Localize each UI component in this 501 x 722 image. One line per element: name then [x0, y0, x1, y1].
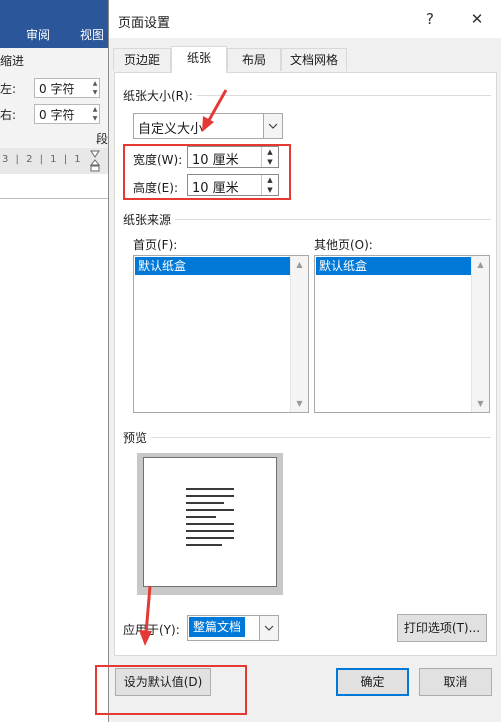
- scroll-up-icon[interactable]: ▲: [291, 256, 308, 273]
- width-up-icon[interactable]: ▲: [262, 147, 278, 157]
- other-pages-option[interactable]: 默认纸盒: [316, 257, 471, 275]
- word-ribbon-tabs: 审阅 视图: [0, 10, 108, 48]
- indent-heading: 缩进: [0, 54, 25, 68]
- paragraph-group-label: 段: [96, 132, 109, 146]
- paper-source-divider: [123, 219, 491, 220]
- scroll-down-icon[interactable]: ▼: [291, 395, 308, 412]
- other-pages-listbox[interactable]: 默认纸盒 ▲ ▼: [314, 255, 490, 413]
- cancel-button[interactable]: 取消: [419, 668, 492, 696]
- indent-right-label: 右:: [0, 108, 17, 122]
- height-spinner[interactable]: 10 厘米 ▲ ▼: [187, 174, 279, 196]
- page-setup-dialog: 页面设置 ? ✕ 页边距 纸张 布局 文档网格 纸张大小(R): 自定义大小 宽…: [95, 0, 501, 722]
- first-page-listbox[interactable]: 默认纸盒 ▲ ▼: [133, 255, 309, 413]
- document-area[interactable]: [0, 174, 108, 722]
- set-default-button[interactable]: 设为默认值(D): [115, 668, 211, 696]
- tab-document-grid[interactable]: 文档网格: [281, 48, 347, 71]
- first-page-option[interactable]: 默认纸盒: [135, 257, 290, 275]
- print-options-button[interactable]: 打印选项(T)...: [397, 614, 487, 642]
- first-page-scrollbar[interactable]: ▲ ▼: [290, 256, 308, 412]
- dialog-title: 页面设置: [118, 16, 171, 31]
- tab-margins[interactable]: 页边距: [113, 48, 171, 71]
- paper-size-select[interactable]: 自定义大小: [133, 113, 283, 139]
- indent-left-label: 左:: [0, 82, 17, 96]
- scroll-up-icon[interactable]: ▲: [472, 256, 489, 273]
- width-down-icon[interactable]: ▼: [262, 157, 278, 167]
- other-pages-label: 其他页(O):: [314, 238, 373, 252]
- width-spinner[interactable]: 10 厘米 ▲ ▼: [187, 146, 279, 168]
- indent-right-input[interactable]: 0 字符 ▲ ▼: [34, 104, 100, 124]
- first-page-label: 首页(F):: [133, 238, 178, 252]
- height-label: 高度(E):: [133, 181, 178, 195]
- height-down-icon[interactable]: ▼: [262, 185, 278, 195]
- apply-to-label: 应用于(Y):: [123, 623, 180, 637]
- scroll-down-icon[interactable]: ▼: [472, 395, 489, 412]
- paper-tab-panel: 纸张大小(R): 自定义大小 宽度(W): 10 厘米 ▲ ▼ 高度(E): 10…: [114, 72, 497, 656]
- dialog-titlebar[interactable]: 页面设置 ? ✕: [109, 0, 501, 38]
- paper-source-label: 纸张来源: [123, 211, 176, 228]
- paper-size-label: 纸张大小(R):: [123, 87, 197, 104]
- tab-paper[interactable]: 纸张: [171, 46, 227, 73]
- ribbon-tab-review[interactable]: 审阅: [26, 26, 50, 43]
- ruler: 3 | 2 | 1 | 1: [0, 148, 108, 174]
- indent-left-spin[interactable]: ▲ ▼: [91, 79, 99, 97]
- width-label: 宽度(W):: [133, 153, 183, 167]
- preview-divider: [123, 437, 491, 438]
- ruler-marks: 3 | 2 | 1 | 1: [2, 154, 83, 165]
- height-up-icon[interactable]: ▲: [262, 175, 278, 185]
- indent-right-spin[interactable]: ▲ ▼: [91, 105, 99, 123]
- word-ribbon: 缩进 左: 0 字符 ▲ ▼ 右: 0 字符 ▲ ▼ 段: [0, 48, 108, 149]
- chevron-down-icon[interactable]: [263, 114, 282, 138]
- ok-button[interactable]: 确定: [336, 668, 409, 696]
- indent-marker-icon[interactable]: [90, 150, 100, 172]
- other-pages-scrollbar[interactable]: ▲ ▼: [471, 256, 489, 412]
- tab-layout[interactable]: 布局: [227, 48, 281, 71]
- preview-page: [143, 457, 277, 587]
- indent-left-input[interactable]: 0 字符 ▲ ▼: [34, 78, 100, 98]
- ribbon-tab-view[interactable]: 视图: [80, 26, 104, 43]
- document-page-edge: [0, 198, 108, 199]
- apply-to-select[interactable]: 整篇文档: [187, 615, 279, 641]
- help-button[interactable]: ?: [418, 8, 442, 30]
- chevron-down-icon[interactable]: [259, 616, 278, 640]
- preview-label: 预览: [123, 429, 152, 446]
- dialog-body: 页边距 纸张 布局 文档网格 纸张大小(R): 自定义大小 宽度(W): 10 …: [95, 38, 501, 722]
- close-button[interactable]: ✕: [465, 8, 489, 30]
